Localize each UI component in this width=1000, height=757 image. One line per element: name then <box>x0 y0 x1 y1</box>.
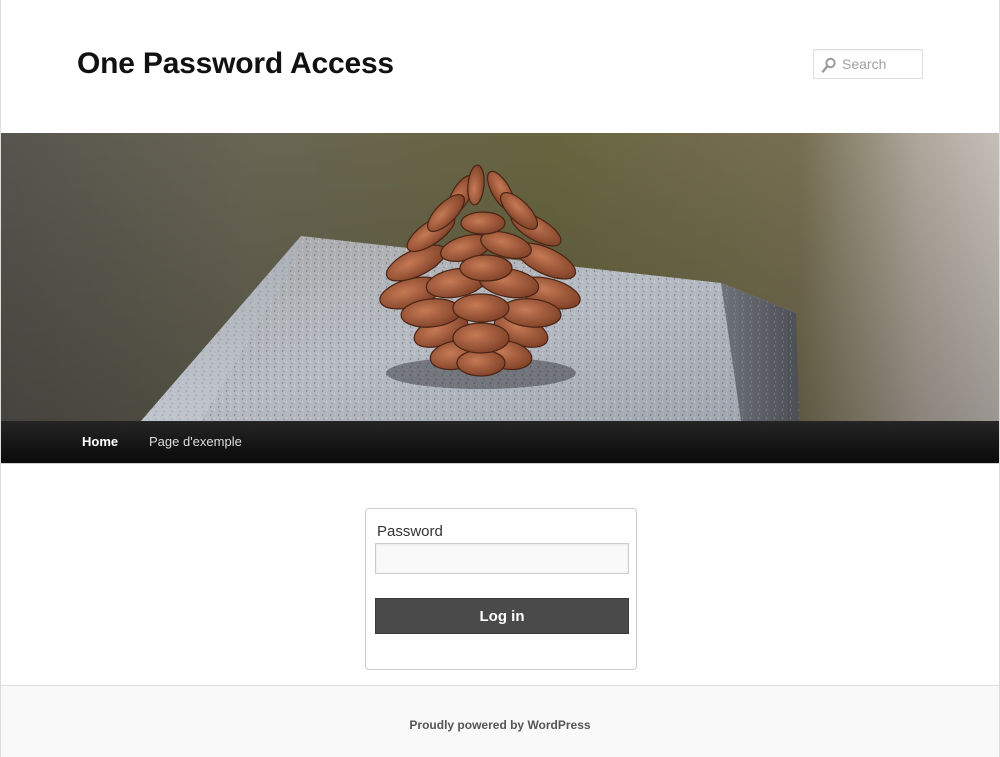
password-input[interactable] <box>375 543 629 574</box>
main-nav: Home Page d'exemple <box>1 421 999 464</box>
pinecone-on-granite-image <box>1 133 999 421</box>
site-header: One Password Access <box>1 0 999 133</box>
header-banner-image[interactable] <box>1 133 999 421</box>
search-box[interactable] <box>813 49 923 79</box>
search-input[interactable] <box>842 54 920 74</box>
page: One Password Access Search Home Page d'e… <box>0 0 1000 757</box>
nav-item-sample-page[interactable]: Page d'exemple <box>149 421 242 463</box>
password-login-form: Password Log in <box>365 508 637 670</box>
login-button[interactable]: Log in <box>375 598 629 634</box>
search-icon <box>821 57 836 73</box>
site-title[interactable]: One Password Access <box>77 44 394 84</box>
footer-credit-link[interactable]: Proudly powered by WordPress <box>1 718 999 732</box>
nav-item-home[interactable]: Home <box>82 421 118 463</box>
site-footer: Proudly powered by WordPress <box>1 685 999 757</box>
password-label: Password <box>377 523 443 540</box>
